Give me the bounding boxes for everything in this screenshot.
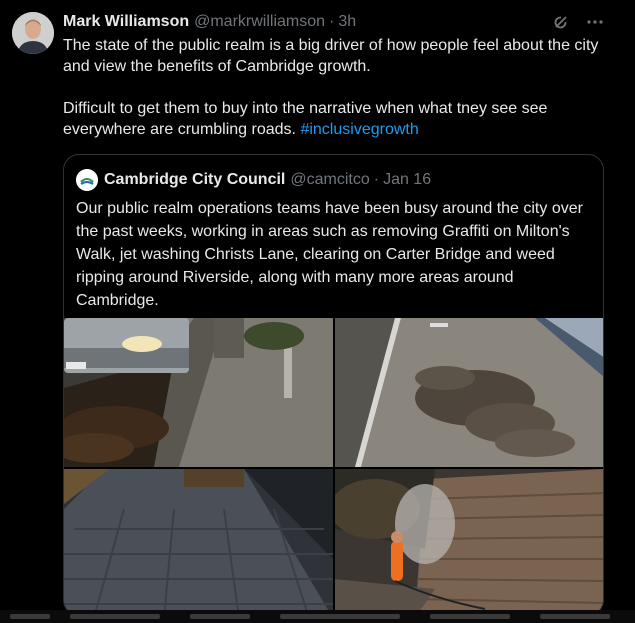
photo-van-gutter-leaves[interactable] xyxy=(64,318,333,467)
photo-pavement-debris[interactable] xyxy=(335,318,603,467)
more-icon[interactable] xyxy=(585,12,605,32)
quoted-tweet[interactable]: Cambridge City Council @camcitco · Jan 1… xyxy=(63,154,604,616)
quote-author-name[interactable]: Cambridge City Council xyxy=(104,171,285,189)
author-handle[interactable]: @markrwilliamson xyxy=(194,13,325,31)
bottom-scroll-strip xyxy=(0,610,635,623)
tweet-text: The state of the public realm is a big d… xyxy=(63,35,603,140)
quote-author-handle[interactable]: @camcitco xyxy=(290,171,369,189)
tweet-time[interactable]: 3h xyxy=(338,13,356,31)
tweet-text-paragraph-2: Difficult to get them to buy into the na… xyxy=(63,98,603,140)
tweet-actions-top xyxy=(551,12,605,32)
photo-paved-alley[interactable] xyxy=(64,469,333,615)
hashtag-link[interactable]: #inclusivegrowth xyxy=(300,121,418,138)
author-avatar[interactable] xyxy=(12,12,54,54)
council-logo-icon[interactable] xyxy=(76,169,98,191)
separator: · xyxy=(329,13,335,30)
grok-icon[interactable] xyxy=(551,12,571,32)
quote-media-grid xyxy=(64,318,603,615)
tweet[interactable]: Mark Williamson @markrwilliamson · 3h Th… xyxy=(0,0,635,623)
quote-separator: · xyxy=(373,171,380,188)
quote-text: Our public realm operations teams have b… xyxy=(76,200,583,309)
quote-date[interactable]: Jan 16 xyxy=(383,171,431,189)
quote-header: Cambridge City Council @camcitco · Jan 1… xyxy=(76,167,431,193)
photo-jet-washing-wall[interactable] xyxy=(335,469,603,615)
tweet-header: Mark Williamson @markrwilliamson · 3h xyxy=(63,12,356,32)
author-name[interactable]: Mark Williamson xyxy=(63,13,189,31)
tweet-text-paragraph-1: The state of the public realm is a big d… xyxy=(63,37,599,75)
